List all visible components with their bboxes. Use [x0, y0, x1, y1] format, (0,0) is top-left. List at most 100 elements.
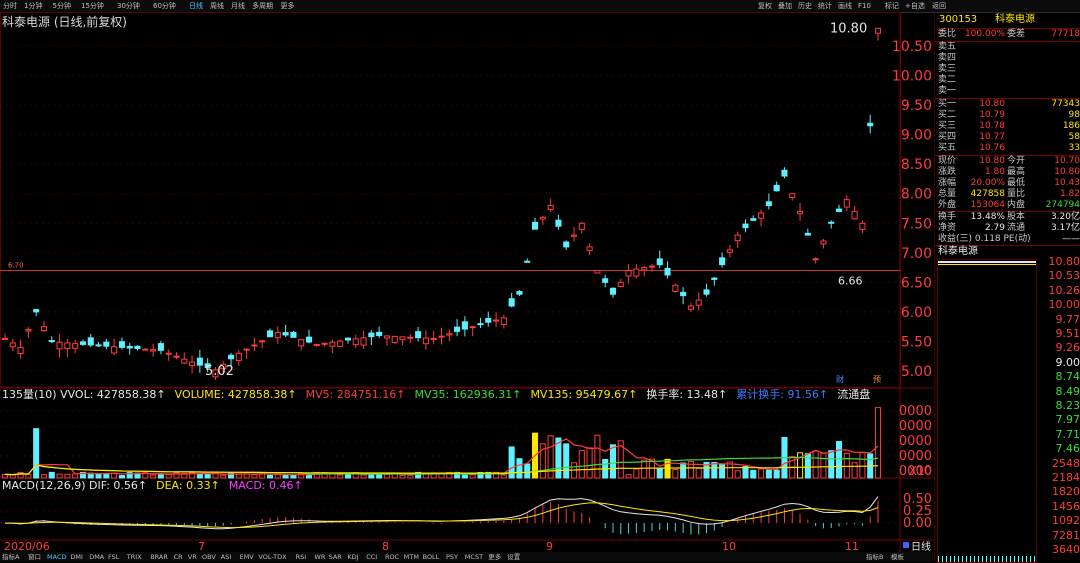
candle-body [517, 292, 522, 295]
period-tab-6[interactable]: 日线 [189, 0, 203, 12]
period-tab-5[interactable]: 60分钟 [153, 0, 176, 12]
indicator-tab-2[interactable]: MACD [47, 552, 66, 562]
indicator-tab-15[interactable]: WR [314, 552, 325, 562]
indicator-tab-22[interactable]: PSY [446, 552, 458, 562]
candle-body [306, 337, 311, 342]
buy-row-1-v2: 98 [1069, 110, 1080, 121]
volume-bar [462, 475, 467, 478]
stat-row-1-v2: 10.80 [1054, 167, 1080, 178]
mini-axis-tick: 8.74 [1056, 370, 1080, 383]
candle-body [41, 327, 46, 331]
tool-button-3[interactable]: 统计 [818, 0, 832, 12]
period-tab-4[interactable]: 30分钟 [117, 0, 140, 12]
indicator-tab-7[interactable]: BRAR [150, 552, 168, 562]
macd-value-1: DEA: 0.33↑ [156, 479, 220, 492]
indicator-tab-25[interactable]: 设置 [507, 552, 520, 562]
indicator-tab-3[interactable]: DMI [70, 552, 83, 562]
volume-tick-label: 0000 [899, 434, 932, 449]
indicator-tab-5[interactable]: FSL [108, 552, 119, 562]
indicator-tab-right-0[interactable]: 指标B [866, 552, 883, 562]
indicator-tab-20[interactable]: MTM [404, 552, 419, 562]
mini-axis-tick: 8.49 [1056, 385, 1080, 398]
weibi-row-k2: 委差 [1007, 29, 1025, 40]
candle-body [642, 268, 647, 270]
mini-axis-tick: 1092 [1052, 514, 1080, 527]
indicator-tab-24[interactable]: 更多 [488, 552, 501, 562]
stat-row-4-k2: 内盘 [1007, 200, 1025, 211]
period-tab-10[interactable]: 更多 [281, 0, 295, 12]
volume-bar [751, 470, 756, 478]
buy-row-4-v2: 33 [1069, 143, 1080, 154]
stat2-row-1-v1: 2.79 [985, 223, 1005, 234]
indicator-tab-4[interactable]: DMA [89, 552, 104, 562]
volume-bar [766, 470, 771, 478]
macd-value-2: MACD: 0.46↑ [229, 479, 303, 492]
period-tab-3[interactable]: 15分钟 [81, 0, 104, 12]
mini-intraday-chart[interactable] [937, 259, 1037, 563]
tool-button-4[interactable]: 画线 [838, 0, 852, 12]
stock-header: 300153 科泰电源 [935, 14, 1080, 27]
indicator-tab-10[interactable]: OBV [202, 552, 216, 562]
price-tick-label: 7.50 [901, 216, 932, 232]
period-tab-0[interactable]: 分时 [3, 0, 17, 12]
indicator-tab-23[interactable]: MCST [465, 552, 483, 562]
indicator-tab-21[interactable]: BOLL [423, 552, 440, 562]
period-tab-2[interactable]: 5分钟 [53, 0, 71, 12]
tool-button-0[interactable]: 复权 [758, 0, 772, 12]
volume-bar [875, 408, 880, 478]
candle-body [57, 342, 62, 349]
candle-body [688, 306, 693, 309]
candle-body [127, 346, 132, 348]
volume-bar [517, 459, 522, 478]
price-tick-label: 9.00 [901, 128, 932, 144]
buy-row-0-v1: 10.80 [979, 99, 1005, 110]
indicator-tab-6[interactable]: TRIX [127, 552, 142, 562]
candle-body [338, 341, 343, 346]
tool-button-1[interactable]: 叠加 [778, 0, 792, 12]
indicator-tab-right-1[interactable]: 模板 [891, 552, 904, 562]
price-tick-label: 8.00 [901, 187, 932, 203]
indicator-tab-14[interactable]: RSI [296, 552, 307, 562]
candle-body [73, 344, 78, 349]
candle-body [875, 28, 880, 33]
indicator-tab-8[interactable]: CR [174, 552, 183, 562]
period-tab-9[interactable]: 多周期 [252, 0, 273, 12]
tool-button-7[interactable]: +自选 [905, 0, 925, 12]
indicator-tab-11[interactable]: ASI [221, 552, 232, 562]
candle-body [610, 288, 615, 294]
indicator-tab-18[interactable]: CCI [366, 552, 377, 562]
candle-body [704, 290, 709, 294]
candle-body [727, 250, 732, 252]
mini-axis-tick: 9.26 [1056, 341, 1080, 354]
stat-row-4: 外盘153064内盘274794 [935, 200, 1080, 211]
indicator-tab-16[interactable]: SAR [329, 552, 342, 562]
indicator-tab-9[interactable]: VR [188, 552, 197, 562]
tool-button-8[interactable]: 返回 [932, 0, 946, 12]
tool-button-2[interactable]: 历史 [798, 0, 812, 12]
indicator-tab-0[interactable]: 指标A [2, 552, 19, 562]
volume-tick-label: 0000 [899, 404, 932, 419]
period-tab-8[interactable]: 月线 [231, 0, 245, 12]
candle-body [509, 299, 514, 306]
tool-button-5[interactable]: F10 [858, 0, 871, 12]
candle-body [743, 224, 748, 228]
period-tab-1[interactable]: 1分钟 [24, 0, 42, 12]
buy-row-3-k: 买四 [938, 132, 956, 143]
volume-bar [34, 429, 39, 478]
tool-button-6[interactable]: 标记 [885, 0, 899, 12]
stat-row-1-k: 涨跌 [938, 167, 956, 178]
indicator-tab-12[interactable]: EMV [240, 552, 254, 562]
candle-body [353, 339, 358, 345]
kline-chart[interactable]: 10.5010.009.509.008.508.007.507.006.506.… [0, 12, 934, 552]
volume-bar [26, 474, 31, 478]
mini-axis-tick: 10.26 [1049, 284, 1080, 297]
indicator-tab-17[interactable]: KDJ [347, 552, 358, 562]
sell-row-4: 卖一 [935, 86, 1080, 97]
candle-body [501, 318, 506, 325]
indicator-tab-13[interactable]: VOL-TDX [258, 552, 286, 562]
candle-body [836, 209, 841, 211]
volume-bar [610, 445, 615, 478]
indicator-tab-1[interactable]: 窗口 [28, 552, 41, 562]
period-tab-7[interactable]: 周线 [210, 0, 224, 12]
indicator-tab-19[interactable]: ROC [385, 552, 399, 562]
